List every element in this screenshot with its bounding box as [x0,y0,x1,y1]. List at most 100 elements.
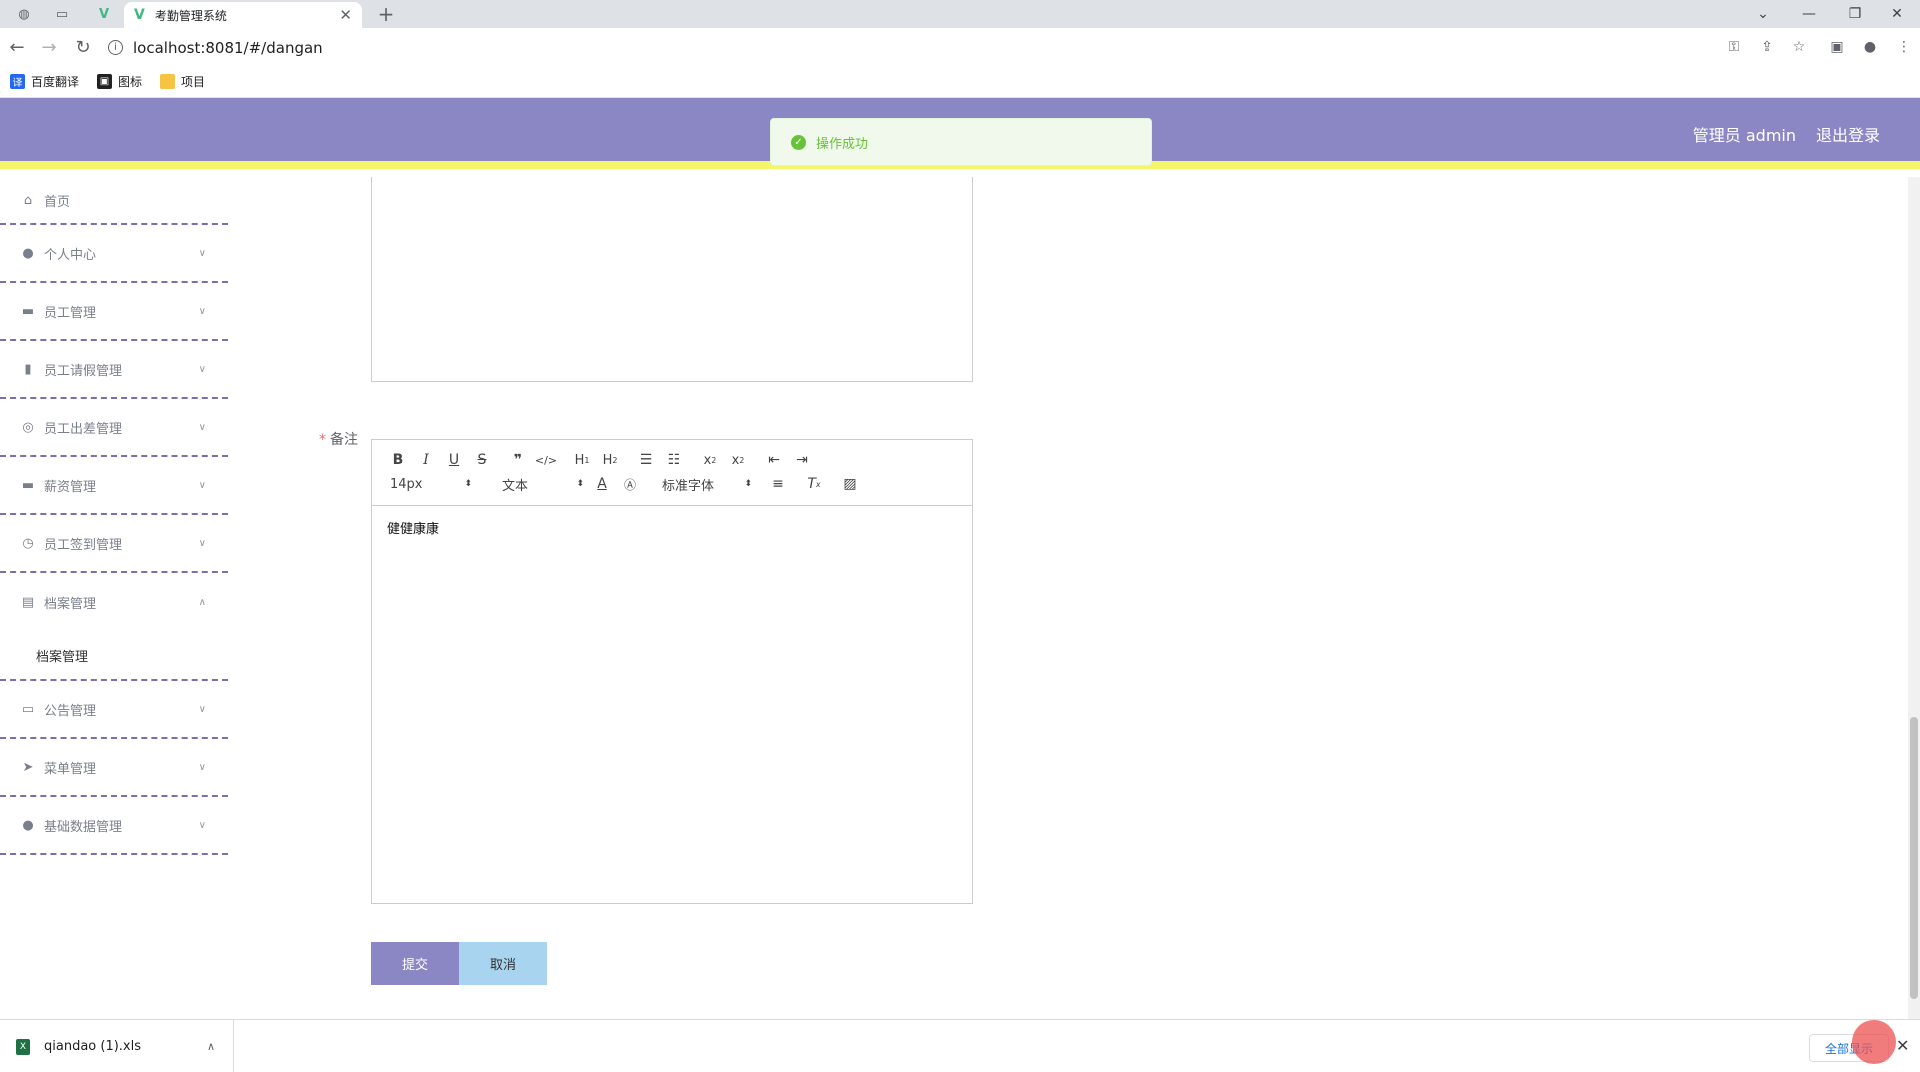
font-family-select[interactable]: 标准字体 ⬍ [656,475,756,494]
forward-button[interactable]: → [38,36,60,58]
sidebar-item-business-trip[interactable]: ◎ 员工出差管理 ∨ [0,399,228,457]
bookmarks-bar: 译 百度翻译 ▣ 图标 项目 [0,66,1920,98]
header-select[interactable]: 文本 ⬍ [496,475,588,494]
ordered-list-icon[interactable]: ☰ [632,448,660,472]
monitor-icon: ▭ [21,701,35,717]
site-info-icon[interactable]: i [108,40,123,55]
italic-icon[interactable]: I [412,448,440,472]
blank-tab-icon[interactable]: ▭ [50,2,74,26]
remark-label-text: 备注 [330,432,358,448]
sidebar-item-checkin[interactable]: ◷ 员工签到管理 ∨ [0,515,228,573]
align-icon[interactable]: ≡ [764,472,792,496]
underline-icon[interactable]: U [440,448,468,472]
close-tab-icon[interactable]: ✕ [339,6,352,24]
bookmark-star-icon[interactable]: ☆ [1789,37,1809,57]
header1-icon[interactable]: H1 [568,448,596,472]
bookmark-label: 图标 [118,75,143,89]
share-icon[interactable]: ⇪ [1757,37,1777,57]
back-button[interactable]: ← [6,36,28,58]
header2-icon[interactable]: H2 [596,448,624,472]
cancel-button[interactable]: 取消 [459,942,547,985]
active-tab[interactable]: V 考勤管理系统 ✕ [124,2,362,28]
sidebar-item-menu[interactable]: ➤ 菜单管理 ∨ [0,739,228,797]
submit-button[interactable]: 提交 [371,942,459,985]
bookmark-label: 百度翻译 [31,75,80,89]
chevron-up-icon[interactable]: ∧ [207,1040,215,1053]
logout-link[interactable]: 退出登录 [1816,122,1880,146]
sidebar-item-salary[interactable]: ▬ 薪资管理 ∨ [0,457,228,515]
sidebar-item-notice[interactable]: ▭ 公告管理 ∨ [0,681,228,739]
select-arrows-icon: ⬍ [464,479,472,489]
font-family-value: 标准字体 [662,478,715,494]
url-text: localhost:8081/#/dangan [133,38,323,57]
minimize-button[interactable]: — [1786,0,1832,28]
editor-content[interactable]: 健健康康 [372,506,972,549]
success-toast: ✓ 操作成功 [770,118,1152,166]
code-block-icon[interactable]: </> [532,448,560,472]
clear-format-icon[interactable]: Tx [800,472,828,496]
sidebar-item-personal-center[interactable]: ● 个人中心 ∨ [0,225,228,283]
sidebar-item-label: 公告管理 [44,703,97,719]
sidebar-item-archive[interactable]: ▤ 档案管理 ∧ [0,573,228,631]
sidebar-subitem-archive[interactable]: 档案管理 [0,631,228,681]
sidebar-item-leave[interactable]: ▮ 员工请假管理 ∨ [0,341,228,399]
bookmark-project-folder[interactable]: 项目 [160,73,205,90]
translate-icon: 译 [10,74,25,89]
sidebar-item-basic-data[interactable]: ● 基础数据管理 ∨ [0,797,228,855]
previous-editor-content[interactable] [371,177,973,382]
bookmark-baidu-translate[interactable]: 译 百度翻译 [10,73,79,90]
indent-icon[interactable]: ⇥ [788,448,816,472]
sidebar-item-home[interactable]: ⌂ 首页 [0,177,228,225]
header-select-value: 文本 [502,478,529,494]
sidebar-item-employee[interactable]: ▬ 员工管理 ∨ [0,283,228,341]
globe-tab-icon[interactable]: ◍ [12,2,36,26]
close-window-button[interactable]: ✕ [1874,0,1920,28]
excel-file-icon: X [16,1038,30,1055]
bookmark-icons[interactable]: ▣ 图标 [97,73,142,90]
reload-button[interactable]: ↻ [72,36,94,58]
vue-favicon-icon: V [134,7,145,23]
url-field[interactable]: i localhost:8081/#/dangan [108,34,1688,61]
browser-tab-strip: ◍ ▭ V V 考勤管理系统 ✕ + ⌄ — ❐ ✕ [0,0,1920,28]
font-size-value: 14px [390,476,423,492]
rich-text-editor: B I U S ❞ </> H1 H2 ☰ ☷ x2 x2 ⇤ ⇥ 14px ⬍… [371,439,973,904]
sidebar-item-label: 个人中心 [44,247,97,263]
subscript-icon[interactable]: x2 [696,448,724,472]
font-size-select[interactable]: 14px ⬍ [384,477,476,492]
tab-search-icon[interactable]: ⌄ [1740,0,1786,28]
select-arrows-icon: ⬍ [744,479,752,489]
bold-icon[interactable]: B [384,448,412,472]
restore-button[interactable]: ❐ [1832,0,1878,28]
download-item[interactable]: X qiandao (1).xls ∧ [0,1020,234,1072]
bar-chart-icon: ▮ [24,361,32,377]
scrollbar-thumb[interactable] [1910,717,1918,999]
chevron-down-icon: ∨ [198,703,206,715]
image-insert-icon[interactable]: ▨ [836,472,864,496]
background-color-icon[interactable]: Ⓐ [616,472,644,496]
page-scrollbar[interactable] [1908,177,1920,1019]
sidebar-item-label: 基础数据管理 [44,819,123,835]
outdent-icon[interactable]: ⇤ [760,448,788,472]
chevron-down-icon: ∨ [198,761,206,773]
close-download-bar-icon[interactable]: ✕ [1896,1036,1909,1055]
sidebar: ⌂ 首页 ● 个人中心 ∨ ▬ 员工管理 ∨ ▮ 员工请假管理 ∨ ◎ 员工出差… [0,177,228,1019]
chevron-down-icon: ∨ [198,479,206,491]
side-panel-icon[interactable]: ▣ [1827,37,1847,57]
key-icon[interactable]: ⚿ [1724,37,1744,57]
clock-icon: ◷ [22,535,34,551]
chevron-down-icon: ∨ [198,537,206,549]
new-tab-button[interactable]: + [374,2,398,26]
more-menu-icon[interactable]: ⋮ [1894,37,1914,57]
cursor-highlight [1852,1020,1896,1064]
sidebar-subitem-label: 档案管理 [36,649,89,665]
profile-avatar-icon[interactable]: ● [1860,37,1880,57]
chevron-up-icon: ∧ [198,596,206,608]
sidebar-item-label: 员工签到管理 [44,537,123,553]
strikethrough-icon[interactable]: S [468,448,496,472]
blockquote-icon[interactable]: ❞ [504,448,532,472]
bullet-list-icon[interactable]: ☷ [660,448,688,472]
globe-icon: ◎ [22,419,34,435]
superscript-icon[interactable]: x2 [724,448,752,472]
vue-tab-icon[interactable]: V [92,2,116,26]
font-color-icon[interactable]: A [588,472,616,496]
